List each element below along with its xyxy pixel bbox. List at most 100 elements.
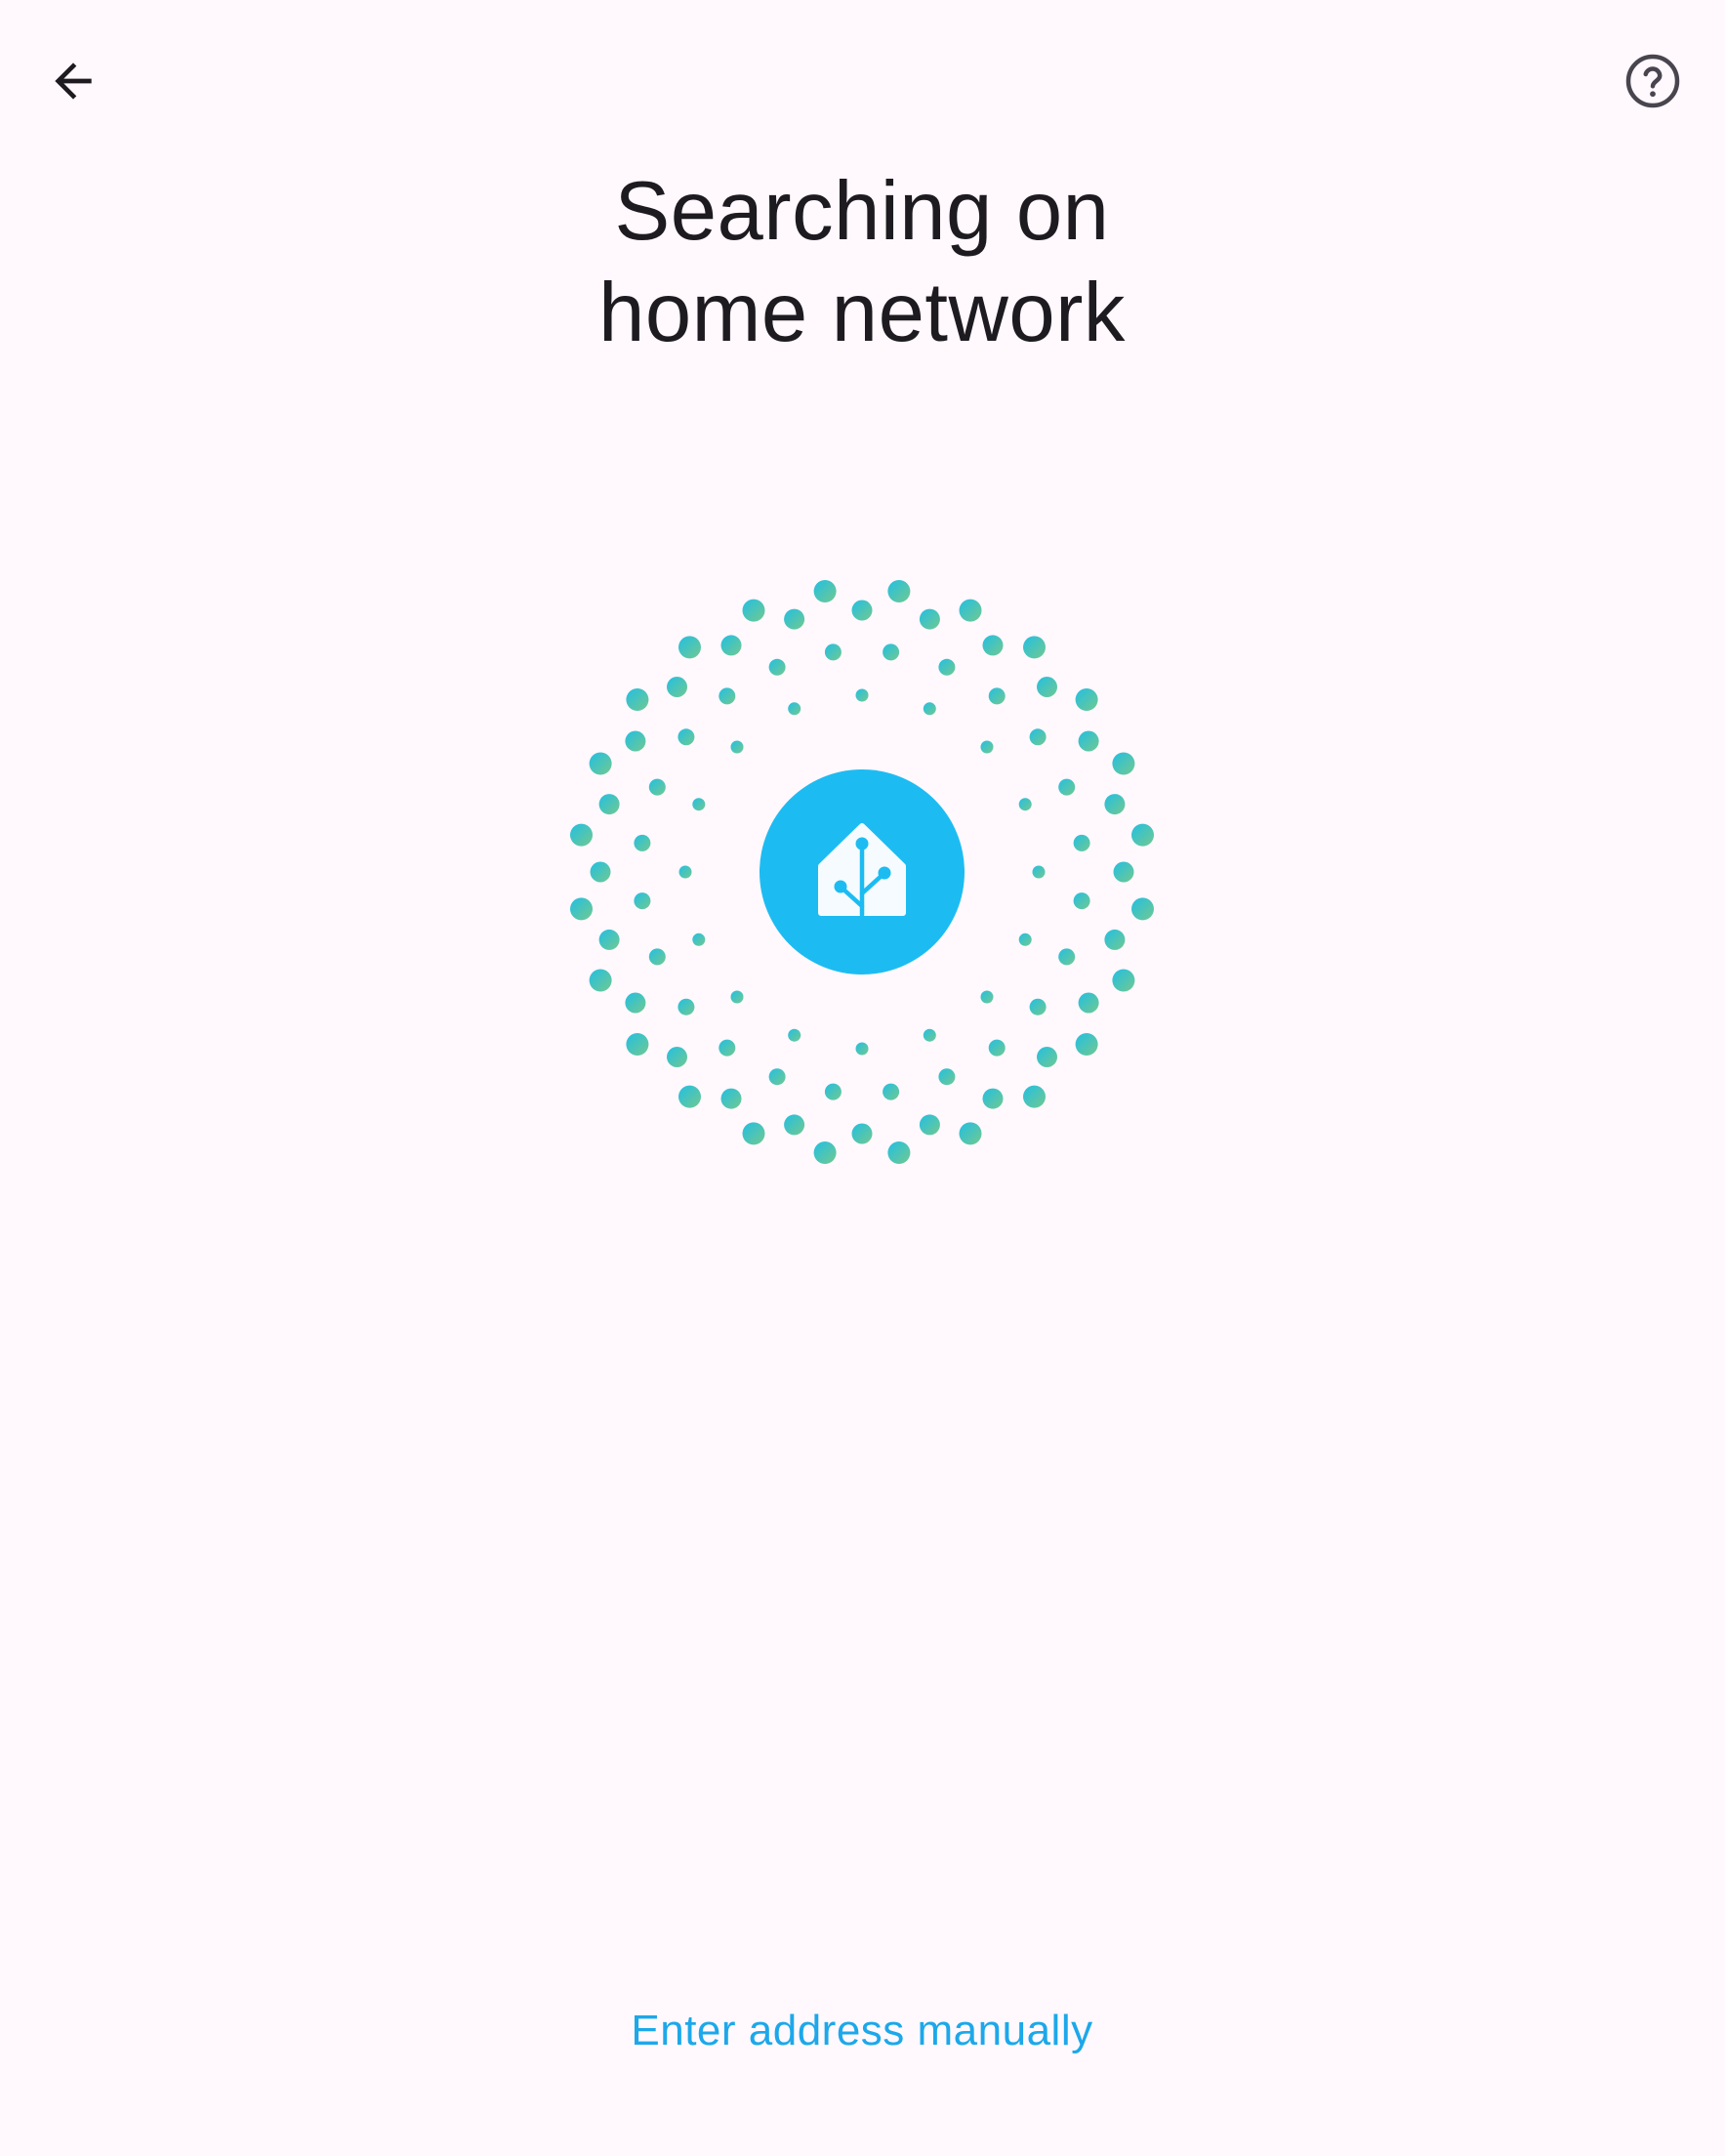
search-dot: [1018, 933, 1032, 946]
search-dot: [1104, 794, 1126, 815]
search-dot: [730, 740, 744, 754]
search-dot: [768, 658, 786, 676]
search-dot: [626, 1033, 649, 1056]
search-dot: [719, 687, 736, 705]
search-dot: [923, 1028, 936, 1042]
search-dot: [851, 1123, 873, 1144]
search-dot: [980, 990, 994, 1004]
search-dot: [1104, 929, 1126, 950]
search-dot: [988, 1039, 1006, 1057]
search-dot: [598, 794, 620, 815]
search-dot: [667, 677, 687, 697]
page-title-line-2: home network: [598, 267, 1126, 359]
search-dot: [1023, 636, 1046, 659]
search-dot: [625, 730, 646, 752]
search-dot: [788, 702, 801, 716]
search-dot: [589, 969, 612, 992]
search-dot: [1023, 1085, 1046, 1108]
search-dot: [1113, 861, 1134, 883]
search-dot: [784, 608, 805, 630]
search-dot: [1018, 798, 1032, 811]
page-title: Searching on home network: [374, 161, 1350, 364]
search-dot: [855, 688, 869, 702]
search-dot: [1058, 778, 1076, 796]
search-dot: [813, 1141, 837, 1164]
help-circle-icon: [1623, 52, 1682, 115]
search-dot: [692, 798, 706, 811]
search-dot: [1078, 730, 1099, 752]
search-dot: [887, 580, 911, 602]
search-dot: [742, 599, 765, 622]
search-dot: [1029, 998, 1047, 1016]
search-dot: [1032, 865, 1046, 879]
search-dot: [678, 865, 692, 879]
search-dot: [678, 1085, 701, 1108]
search-dot: [938, 658, 956, 676]
back-button[interactable]: [20, 29, 127, 137]
search-dot: [1112, 752, 1135, 775]
search-dot: [788, 1028, 801, 1042]
search-dot: [719, 1039, 736, 1057]
search-dot: [813, 580, 837, 602]
page-title-line-1: Searching on: [614, 165, 1110, 258]
search-dot: [589, 752, 612, 775]
search-dot: [919, 608, 940, 630]
search-dot: [768, 1068, 786, 1086]
search-dot: [1075, 1033, 1098, 1056]
search-dot: [883, 643, 900, 661]
search-dot: [988, 687, 1006, 705]
top-app-bar: [0, 0, 1725, 166]
search-dot: [1073, 892, 1090, 910]
search-dot: [851, 600, 873, 621]
search-dot: [1037, 677, 1057, 697]
search-dot: [919, 1114, 940, 1136]
search-dot: [625, 992, 646, 1014]
search-dot: [980, 740, 994, 754]
search-animation: [569, 579, 1155, 1165]
search-dot: [678, 728, 695, 746]
search-dot: [634, 892, 651, 910]
search-dot: [1058, 948, 1076, 966]
home-assistant-logo-icon: [760, 769, 965, 974]
search-dot: [1029, 728, 1047, 746]
search-dot: [598, 929, 620, 950]
arrow-left-icon: [46, 54, 101, 113]
search-dot: [678, 636, 701, 659]
search-dot: [730, 990, 744, 1004]
search-dot: [1112, 969, 1135, 992]
search-dot: [887, 1141, 911, 1164]
search-dot: [1131, 823, 1154, 847]
enter-address-manually-button[interactable]: Enter address manually: [472, 1997, 1253, 2065]
search-dot: [982, 1088, 1004, 1109]
search-dot: [648, 778, 666, 796]
search-dot: [648, 948, 666, 966]
search-dot: [570, 823, 593, 847]
search-dot: [824, 643, 842, 661]
search-dot: [570, 897, 593, 921]
search-dot: [720, 1088, 742, 1109]
search-dot: [1075, 688, 1098, 711]
search-dot: [1073, 834, 1090, 851]
search-dot: [959, 1122, 982, 1145]
search-dot: [590, 861, 611, 883]
search-dot: [634, 834, 651, 851]
search-dot: [824, 1083, 842, 1100]
search-dot: [1078, 992, 1099, 1014]
search-dot: [720, 635, 742, 656]
search-dot: [692, 933, 706, 946]
search-dot: [883, 1083, 900, 1100]
search-dot: [959, 599, 982, 622]
search-dot: [855, 1042, 869, 1056]
search-dot: [1131, 897, 1154, 921]
search-dot: [742, 1122, 765, 1145]
search-dot: [667, 1047, 687, 1067]
search-dot: [923, 702, 936, 716]
search-dots-graphic: [570, 580, 1154, 1164]
help-button[interactable]: [1599, 29, 1706, 137]
search-dot: [1037, 1047, 1057, 1067]
search-dot: [938, 1068, 956, 1086]
search-dot: [784, 1114, 805, 1136]
search-dot: [626, 688, 649, 711]
search-dot: [678, 998, 695, 1016]
search-dot: [982, 635, 1004, 656]
